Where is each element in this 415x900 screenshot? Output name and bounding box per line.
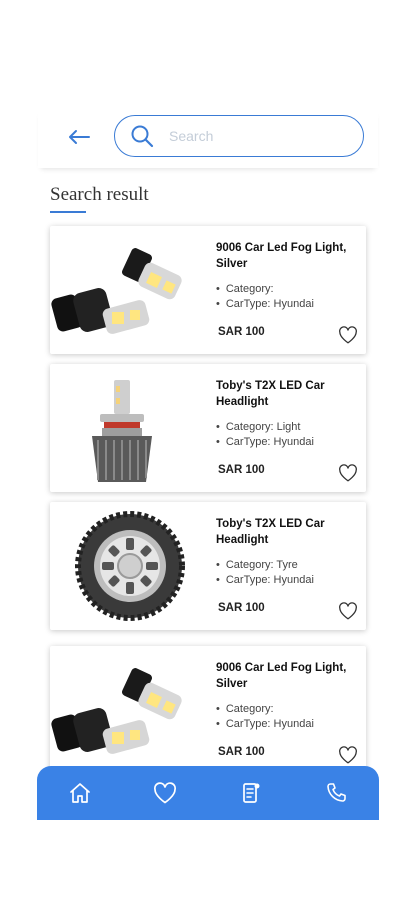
phone-icon bbox=[327, 783, 347, 802]
product-details: Category: Tyre CarType: Hyundai bbox=[216, 558, 356, 588]
list-item[interactable]: 9006 Car Led Fog Light, Silver Category:… bbox=[50, 226, 366, 354]
product-car-type: CarType: Hyundai bbox=[216, 435, 356, 450]
nav-favorites-button[interactable] bbox=[148, 776, 182, 810]
heart-icon[interactable] bbox=[338, 464, 358, 482]
page-title: Search result bbox=[50, 184, 149, 205]
heart-icon[interactable] bbox=[338, 746, 358, 764]
product-car-type: CarType: Hyundai bbox=[216, 573, 356, 588]
led-bulb-icon bbox=[92, 380, 152, 482]
fog-light-icon bbox=[51, 248, 182, 334]
product-name: Toby's T2X LED Car Headlight bbox=[216, 380, 325, 408]
item-info: 9006 Car Led Fog Light, Silver Category:… bbox=[216, 240, 356, 312]
search-header bbox=[38, 108, 378, 168]
fog-light-icon bbox=[51, 668, 182, 754]
product-details: Category: CarType: Hyundai bbox=[216, 702, 356, 732]
product-details: Category: Light CarType: Hyundai bbox=[216, 420, 356, 450]
product-price: SAR 100 bbox=[218, 326, 265, 338]
product-name: 9006 Car Led Fog Light, Silver bbox=[216, 662, 347, 690]
search-bar[interactable] bbox=[114, 115, 364, 157]
product-category: Category: bbox=[216, 702, 356, 717]
item-info: 9006 Car Led Fog Light, Silver Category:… bbox=[216, 660, 356, 732]
bottom-nav bbox=[37, 766, 379, 820]
heart-icon[interactable] bbox=[338, 602, 358, 620]
product-car-type: CarType: Hyundai bbox=[216, 717, 356, 732]
search-input[interactable] bbox=[169, 128, 339, 144]
nav-contact-button[interactable] bbox=[319, 776, 353, 810]
back-button[interactable] bbox=[64, 122, 94, 152]
product-category: Category: bbox=[216, 282, 356, 297]
tyre-icon bbox=[75, 511, 185, 621]
product-name: 9006 Car Led Fog Light, Silver bbox=[216, 242, 347, 270]
home-icon bbox=[69, 783, 90, 803]
nav-orders-button[interactable] bbox=[234, 776, 268, 810]
list-item[interactable]: 9006 Car Led Fog Light, Silver Category:… bbox=[50, 646, 366, 774]
product-price: SAR 100 bbox=[218, 746, 265, 758]
list-item[interactable]: Toby's T2X LED Car Headlight Category: L… bbox=[50, 364, 366, 492]
title-underline bbox=[50, 211, 86, 213]
orders-icon bbox=[242, 783, 260, 803]
item-info: Toby's T2X LED Car Headlight Category: T… bbox=[216, 516, 356, 588]
heart-icon[interactable] bbox=[338, 326, 358, 344]
search-icon bbox=[129, 123, 155, 149]
arrow-left-icon bbox=[69, 130, 90, 144]
product-category: Category: Light bbox=[216, 420, 356, 435]
product-price: SAR 100 bbox=[218, 602, 265, 614]
product-car-type: CarType: Hyundai bbox=[216, 297, 356, 312]
item-info: Toby's T2X LED Car Headlight Category: L… bbox=[216, 378, 356, 450]
heart-icon bbox=[154, 782, 177, 804]
nav-home-button[interactable] bbox=[63, 776, 97, 810]
list-item[interactable]: Toby's T2X LED Car Headlight Category: T… bbox=[50, 502, 366, 630]
product-name: Toby's T2X LED Car Headlight bbox=[216, 518, 325, 546]
product-details: Category: CarType: Hyundai bbox=[216, 282, 356, 312]
product-category: Category: Tyre bbox=[216, 558, 356, 573]
product-price: SAR 100 bbox=[218, 464, 265, 476]
